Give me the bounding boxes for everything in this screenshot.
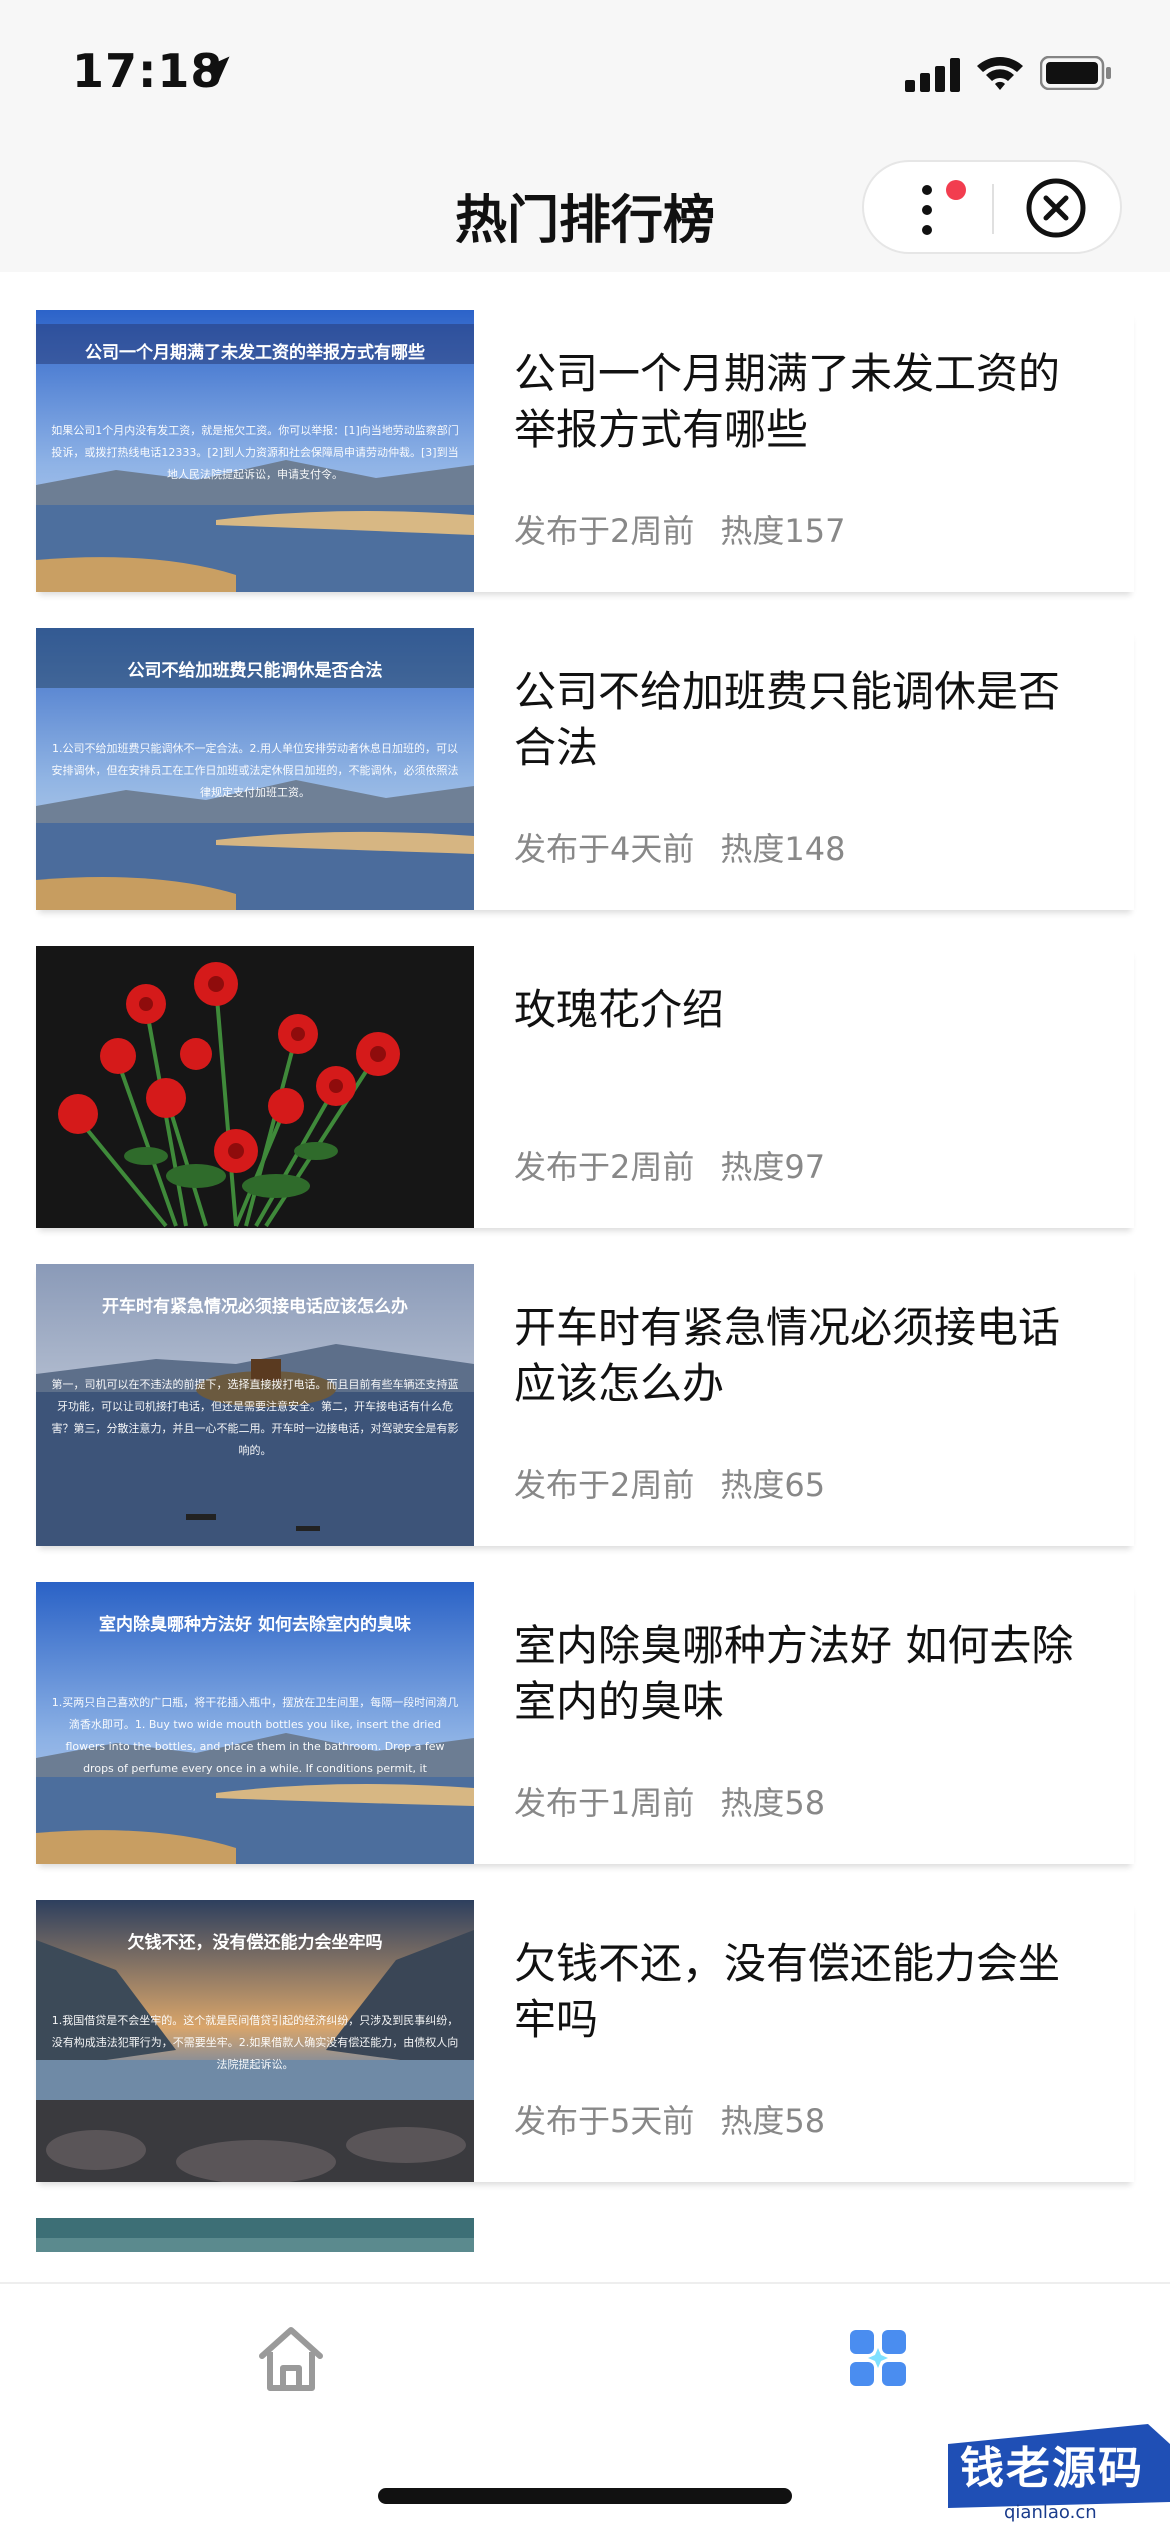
close-icon[interactable] — [1024, 176, 1088, 240]
heat-count: 热度58 — [720, 1784, 826, 1822]
item-meta: 发布于2周前 热度157 — [514, 506, 871, 552]
thumbnail-caption: 公司不给加班费只能调休是否合法 — [127, 661, 383, 681]
status-bar: 17:18 — [0, 0, 1170, 150]
wifi-icon — [977, 57, 1023, 90]
item-meta: 发布于2周前 热度97 — [514, 1142, 851, 1188]
thumbnail-caption: 开车时有紧急情况必须接电话应该怎么办 — [102, 1297, 408, 1317]
item-thumbnail: 公司不给加班费只能调休是否合法 1.公司不给加班费只能调休不一定合法。2.用人单… — [36, 628, 474, 910]
item-meta: 发布于1周前 热度58 — [514, 1778, 851, 1824]
list-item[interactable]: 公司不给加班费只能调休是否合法 1.公司不给加班费只能调休不一定合法。2.用人单… — [36, 628, 1134, 910]
heat-count: 热度148 — [720, 830, 846, 868]
published-time: 发布于1周前 — [514, 1784, 695, 1822]
cellular-signal-icon — [905, 58, 960, 92]
published-time: 发布于2周前 — [514, 1466, 695, 1504]
item-meta: 发布于4天前 热度148 — [514, 824, 871, 870]
item-thumbnail — [36, 946, 474, 1228]
mini-program-capsule — [862, 160, 1122, 254]
location-arrow-icon — [202, 56, 230, 84]
thumbnail-text: 1.买两只自己喜欢的广口瓶，将干花插入瓶中，摆放在卫生间里，每隔一段时间滴几滴香… — [51, 1696, 459, 1775]
item-thumbnail — [36, 2218, 474, 2252]
capsule-divider — [992, 184, 994, 234]
heat-count: 热度65 — [720, 1466, 826, 1504]
roses-image — [36, 946, 474, 1228]
nav-bar: 热门排行榜 — [0, 150, 1170, 272]
notification-dot — [946, 180, 966, 200]
published-time: 发布于4天前 — [514, 830, 695, 868]
item-title: 开车时有紧急情况必须接电话应该怎么办 — [514, 1303, 1061, 1408]
thumbnail-text: 1.公司不给加班费只能调休不一定合法。2.用人单位安排劳动者休息日加班的，可以安… — [51, 742, 459, 799]
home-indicator — [378, 2488, 792, 2504]
heat-count: 热度157 — [720, 512, 846, 550]
item-title: 玫瑰花介绍 — [514, 985, 725, 1034]
home-icon[interactable] — [254, 2322, 328, 2396]
watermark-text: 钱老源码 — [960, 2443, 1144, 2494]
list-item[interactable]: 欠钱不还，没有偿还能力会坐牢吗 1.我国借贷是不会坐牢的。这个就是民间借贷引起的… — [36, 1900, 1134, 2182]
list-item-partial[interactable] — [36, 2218, 1134, 2252]
grid-apps-icon[interactable] — [848, 2328, 908, 2388]
published-time: 发布于5天前 — [514, 2102, 695, 2140]
thumbnail-caption: 室内除臭哪种方法好 如何去除室内的臭味 — [99, 1615, 411, 1635]
thumbnail-text: 1.我国借贷是不会坐牢的。这个就是民间借贷引起的经济纠纷，只涉及到民事纠纷，没有… — [51, 2014, 459, 2071]
item-meta: 发布于5天前 热度58 — [514, 2096, 851, 2142]
thumbnail-caption: 欠钱不还，没有偿还能力会坐牢吗 — [127, 1933, 383, 1953]
heat-count: 热度58 — [720, 2102, 826, 2140]
item-thumbnail: 欠钱不还，没有偿还能力会坐牢吗 1.我国借贷是不会坐牢的。这个就是民间借贷引起的… — [36, 1900, 474, 2182]
heat-count: 热度97 — [720, 1148, 826, 1186]
list-item[interactable]: 室内除臭哪种方法好 如何去除室内的臭味 1.买两只自己喜欢的广口瓶，将干花插入瓶… — [36, 1582, 1134, 1864]
item-title: 公司不给加班费只能调休是否合法 — [514, 667, 1061, 772]
list-item[interactable]: 玫瑰花介绍 发布于2周前 热度97 — [36, 946, 1134, 1228]
item-title: 公司一个月期满了未发工资的举报方式有哪些 — [514, 349, 1061, 454]
item-thumbnail: 室内除臭哪种方法好 如何去除室内的臭味 1.买两只自己喜欢的广口瓶，将干花插入瓶… — [36, 1582, 474, 1864]
item-meta: 发布于2周前 热度65 — [514, 1460, 851, 1506]
thumbnail-text: 第一，司机可以在不违法的前提下，选择直接拨打电话。而且目前有些车辆还支持蓝牙功能… — [51, 1378, 459, 1457]
list-item[interactable]: 开车时有紧急情况必须接电话应该怎么办 第一，司机可以在不违法的前提下，选择直接拨… — [36, 1264, 1134, 1546]
published-time: 发布于2周前 — [514, 512, 695, 550]
item-thumbnail: 开车时有紧急情况必须接电话应该怎么办 第一，司机可以在不违法的前提下，选择直接拨… — [36, 1264, 474, 1546]
more-options-icon[interactable] — [912, 182, 942, 238]
thumbnail-caption: 公司一个月期满了未发工资的举报方式有哪些 — [85, 343, 425, 363]
watermark-sub: qianlao.cn — [1004, 2502, 1097, 2523]
list-item[interactable]: 公司一个月期满了未发工资的举报方式有哪些 如果公司1个月内没有发工资，就是拖欠工… — [36, 310, 1134, 592]
item-title: 欠钱不还，没有偿还能力会坐牢吗 — [514, 1939, 1061, 2044]
thumbnail-text: 如果公司1个月内没有发工资，就是拖欠工资。你可以举报：[1]向当地劳动监察部门投… — [51, 424, 459, 481]
item-title: 室内除臭哪种方法好 如何去除室内的臭味 — [514, 1621, 1074, 1726]
ranking-list: 公司一个月期满了未发工资的举报方式有哪些 如果公司1个月内没有发工资，就是拖欠工… — [0, 272, 1170, 2252]
battery-icon — [1040, 56, 1111, 90]
published-time: 发布于2周前 — [514, 1148, 695, 1186]
item-thumbnail: 公司一个月期满了未发工资的举报方式有哪些 如果公司1个月内没有发工资，就是拖欠工… — [36, 310, 474, 592]
